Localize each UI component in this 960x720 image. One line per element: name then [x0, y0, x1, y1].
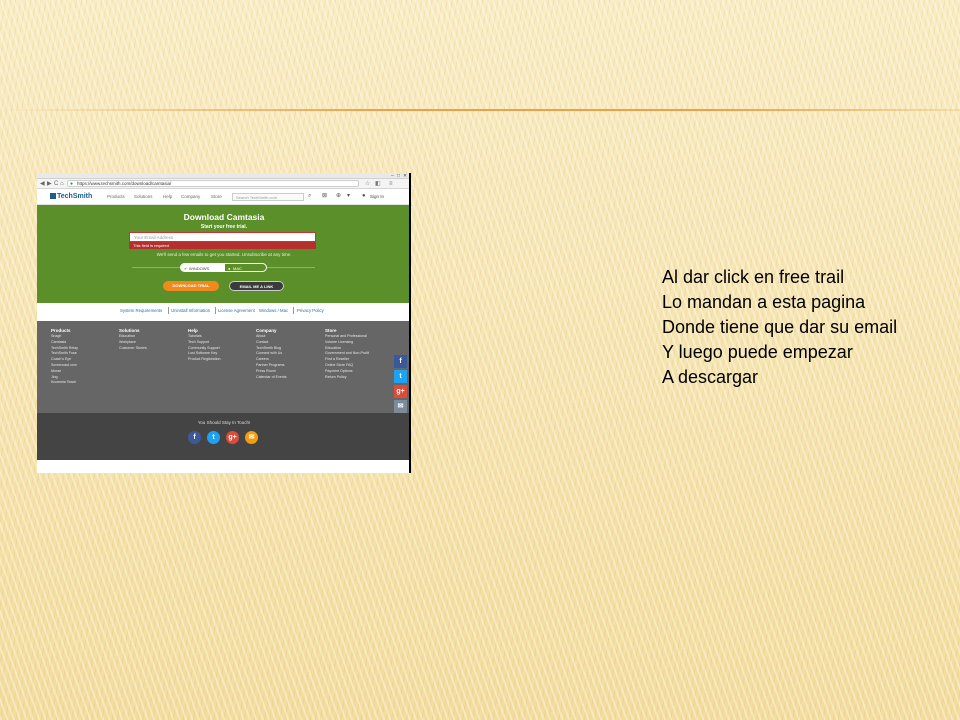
footer-link[interactable]: Calendar of Events: [256, 375, 287, 381]
download-hero: Download Camtasia Start your free trial.…: [37, 205, 411, 303]
footer-column-products: Products Snagit Camtasia TechSmith Relay…: [51, 327, 78, 386]
footer-link[interactable]: Product Registration: [188, 357, 221, 363]
footer-column-solutions: Solutions Education Workplace Customer S…: [119, 327, 147, 351]
footer-heading: Company: [256, 328, 277, 333]
caption-line: Y luego puede empezar: [662, 342, 853, 362]
hero-title: Download Camtasia: [183, 212, 265, 222]
license-link[interactable]: License Agreement: [218, 308, 255, 314]
nav-store[interactable]: Store: [211, 194, 222, 200]
sign-in-link[interactable]: Sign In: [370, 194, 384, 200]
googleplus-icon[interactable]: g+: [226, 431, 239, 444]
footer-link[interactable]: Partner Programs: [256, 363, 287, 369]
reload-icon[interactable]: C: [54, 180, 58, 188]
browser-toolbar: ◀ ▶ C ⌂ ● https://www.techsmith.com/down…: [37, 179, 411, 189]
uninstall-link[interactable]: Uninstall Information: [171, 308, 210, 314]
os-toggle[interactable]: ✔ WINDOWS ● MAC: [180, 263, 267, 272]
download-trial-label: DOWNLOAD TRIAL: [172, 283, 210, 288]
email-link-button[interactable]: EMAIL ME A LINK: [229, 281, 284, 291]
social-footer: You Should Stay In Touch! f t g+ ✉: [37, 413, 411, 460]
slide-caption: Al dar click en free trail Lo mandan a e…: [662, 265, 960, 390]
globe-icon[interactable]: ⊕: [336, 192, 341, 201]
footer-column-help: Help Tutorials Tech Support Community Su…: [188, 327, 221, 363]
footer-column-store: Store Personal and Professional Volume L…: [325, 327, 369, 380]
logo-text: TechSmith: [57, 193, 93, 200]
facebook-icon[interactable]: f: [188, 431, 201, 444]
error-text: This field is required: [133, 243, 169, 248]
divider-left: [132, 267, 180, 268]
forward-icon[interactable]: ▶: [47, 180, 52, 188]
link-separator: [168, 307, 169, 314]
os-mac-label: MAC: [233, 265, 242, 271]
footer-link[interactable]: Personal and Professional: [325, 334, 369, 340]
link-separator: [215, 307, 216, 314]
os-windows-option[interactable]: ✔ WINDOWS: [181, 264, 225, 271]
cart-icon[interactable]: ⊠: [322, 192, 327, 201]
email-placeholder: Your Email Address: [134, 235, 174, 240]
nav-solutions[interactable]: Solutions: [134, 194, 153, 200]
footer-link[interactable]: Customer Stories: [119, 346, 147, 352]
site-navigation: TechSmith Products Solutions Help Compan…: [37, 189, 411, 205]
email-icon[interactable]: ✉: [245, 431, 258, 444]
download-trial-button[interactable]: DOWNLOAD TRIAL: [163, 281, 219, 291]
footer-link[interactable]: Return Policy: [325, 375, 369, 381]
footer-column-company: Company About Contact TechSmith Blog Con…: [256, 327, 287, 380]
twitter-icon[interactable]: t: [207, 431, 220, 444]
divider-right: [267, 267, 315, 268]
email-error-message: This field is required: [129, 242, 316, 249]
footer-heading: Products: [51, 328, 71, 333]
link-separator: [293, 307, 294, 314]
download-links: System Requirements Uninstall Informatio…: [37, 303, 411, 321]
nav-products[interactable]: Products: [107, 194, 125, 200]
footer-link[interactable]: Screencast.com: [51, 363, 78, 369]
system-requirements-link[interactable]: System Requirements: [120, 308, 162, 314]
home-icon[interactable]: ⌂: [60, 180, 64, 188]
caption-line: A descargar: [662, 367, 759, 387]
address-bar[interactable]: ● https://www.techsmith.com/download/cam…: [67, 180, 359, 187]
footer-heading: Store: [325, 328, 337, 333]
privacy-link[interactable]: Privacy Policy: [297, 308, 324, 314]
googleplus-icon[interactable]: g+: [394, 385, 407, 398]
email-field[interactable]: Your Email Address: [129, 232, 316, 242]
email-icon[interactable]: ✉: [394, 400, 407, 413]
search-icon[interactable]: ⌕: [308, 192, 311, 201]
caption-line: Donde tiene que dar su email: [662, 317, 898, 337]
browser-screenshot: – □ ✕ ◀ ▶ C ⌂ ● https://www.techsmith.co…: [37, 173, 411, 473]
chevron-down-icon[interactable]: ▾: [347, 192, 350, 201]
license-os-link[interactable]: Windows / Mac: [259, 308, 288, 314]
star-icon[interactable]: ☆: [365, 180, 370, 188]
caption-line: Al dar click en free trail: [662, 267, 845, 287]
footer-link[interactable]: Knowmia Teach: [51, 380, 78, 386]
os-windows-label: WINDOWS: [189, 265, 210, 271]
os-mac-option[interactable]: ● MAC: [225, 264, 266, 271]
facebook-icon[interactable]: f: [394, 355, 407, 368]
check-icon: ✔: [184, 265, 188, 271]
user-icon[interactable]: ●: [362, 192, 366, 201]
url-text: https://www.techsmith.com/download/camta…: [77, 181, 172, 186]
stay-in-touch-text: You Should Stay In Touch!: [197, 420, 251, 425]
logo-mark-icon: [50, 193, 56, 199]
hero-subtitle: Start your free trial.: [200, 224, 248, 230]
settings-icon[interactable]: ≡: [389, 180, 393, 188]
site-footer: Products Snagit Camtasia TechSmith Relay…: [37, 321, 411, 413]
footer-heading: Help: [188, 328, 198, 333]
extension-icon[interactable]: ◧: [375, 180, 381, 188]
email-note: We'll send a few emails to get you start…: [156, 252, 292, 257]
nav-help[interactable]: Help: [163, 194, 172, 200]
caption-line: Lo mandan a esta pagina: [662, 292, 866, 312]
page-bottom: [37, 460, 411, 473]
techsmith-logo[interactable]: TechSmith: [50, 193, 92, 201]
search-placeholder: Search TechSmith.com: [236, 195, 278, 200]
back-icon[interactable]: ◀: [40, 180, 45, 188]
screenshot-edge: [409, 173, 411, 473]
nav-company[interactable]: Company: [181, 194, 200, 200]
email-link-label: EMAIL ME A LINK: [239, 284, 274, 289]
slide-divider-line: [0, 109, 960, 111]
footer-heading: Solutions: [119, 328, 140, 333]
twitter-icon[interactable]: t: [394, 370, 407, 383]
lock-icon: ●: [70, 181, 74, 187]
site-search-input[interactable]: Search TechSmith.com: [232, 193, 304, 201]
apple-icon: ●: [228, 265, 231, 271]
